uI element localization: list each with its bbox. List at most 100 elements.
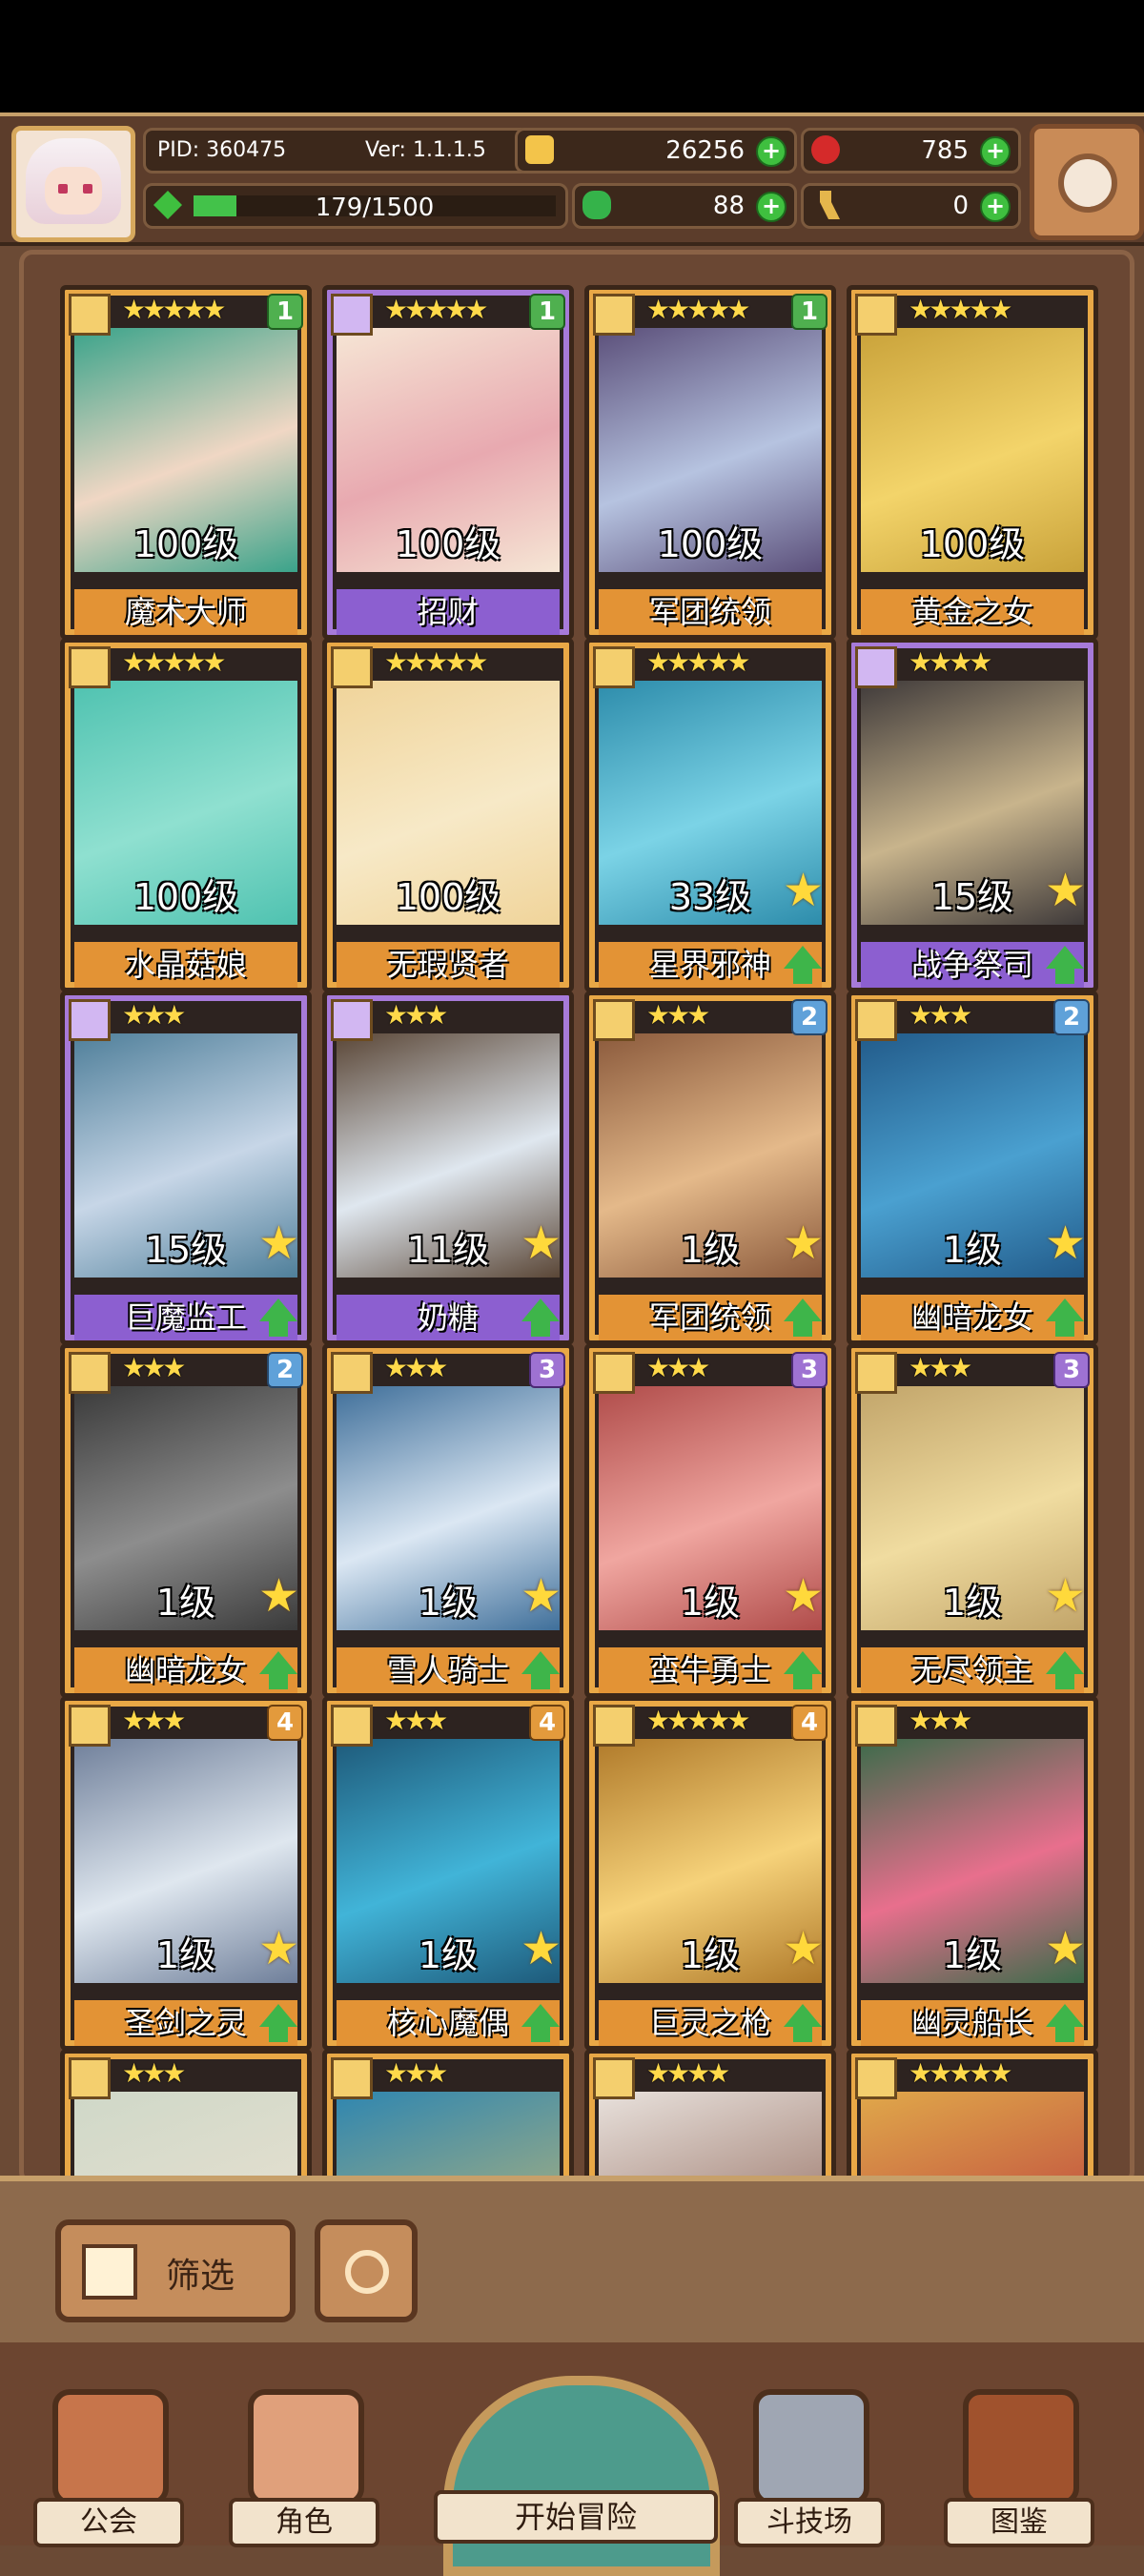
character-card[interactable]: ★★★: [322, 2049, 574, 2192]
character-card[interactable]: ★★★: [60, 2049, 312, 2192]
nav-codex-label: 图鉴: [944, 2498, 1094, 2547]
add-keys-button[interactable]: +: [980, 192, 1011, 222]
class-icon: [331, 294, 373, 336]
star-rating: ★★★: [384, 2057, 448, 2089]
character-card[interactable]: ★★★★★: [847, 2049, 1098, 2192]
character-name: 招财: [337, 589, 560, 635]
nav-guild-label: 公会: [33, 2498, 184, 2547]
clover-counter: 88 +: [572, 183, 797, 229]
star-rating: ★★★: [384, 1352, 448, 1383]
level-label: 100级: [395, 876, 501, 918]
class-icon: [69, 1352, 111, 1394]
star-rating: ★★★★★: [909, 294, 1012, 325]
nav-codex[interactable]: 图鉴: [944, 2380, 1094, 2547]
class-icon: [593, 646, 635, 688]
character-card[interactable]: ★★★ 4 1级 核心魔偶 ★: [322, 1696, 574, 2051]
character-card[interactable]: ★★★★★ 1 100级 军团统领: [584, 285, 836, 640]
star-rating: ★★★★★: [122, 294, 226, 325]
character-name: 魔术大师: [74, 589, 297, 635]
add-gems-button[interactable]: +: [980, 136, 1011, 167]
coin-icon: [525, 135, 554, 164]
star-up-icon: ★: [520, 1216, 562, 1270]
refresh-button[interactable]: [315, 2219, 418, 2322]
star-rating: ★★★★: [909, 646, 992, 678]
settings-gear-icon[interactable]: [1030, 124, 1144, 240]
rank-badge: 4: [791, 1705, 827, 1741]
class-icon: [593, 294, 635, 336]
class-icon: [855, 1352, 897, 1394]
star-rating: ★★★: [122, 2057, 186, 2089]
star-up-icon: ★: [1044, 1569, 1086, 1623]
start-adventure-label: 开始冒险: [434, 2490, 718, 2544]
character-card[interactable]: ★★★ 15级 巨魔监工 ★: [60, 991, 312, 1345]
character-card[interactable]: ★★★ 3 1级 蛮牛勇士 ★: [584, 1343, 836, 1698]
character-card[interactable]: ★★★ 2 1级 幽暗龙女 ★: [847, 991, 1098, 1345]
nav-character[interactable]: 角色: [229, 2380, 379, 2547]
character-card[interactable]: ★★★ 2 1级 幽暗龙女 ★: [60, 1343, 312, 1698]
nav-arena[interactable]: 斗技场: [734, 2380, 885, 2547]
level-label: 100级: [133, 876, 239, 918]
star-rating: ★★★★★: [646, 1705, 750, 1736]
gem-value: 785: [921, 136, 969, 165]
star-rating: ★★★★: [646, 2057, 730, 2089]
class-icon: [593, 999, 635, 1041]
character-card[interactable]: ★★★★★ 100级 水晶菇娘: [60, 638, 312, 992]
star-up-icon: ★: [257, 1922, 299, 1975]
character-card[interactable]: ★★★ 3 1级 雪人骑士 ★: [322, 1343, 574, 1698]
class-icon: [593, 1705, 635, 1747]
character-card[interactable]: ★★★★ 15级 战争祭司 ★: [847, 638, 1098, 992]
character-card[interactable]: ★★★ 3 1级 无尽领主 ★: [847, 1343, 1098, 1698]
key-value: 0: [952, 192, 969, 220]
gem-counter: 785 +: [801, 128, 1021, 174]
book-icon: [963, 2389, 1079, 2505]
rank-badge: 4: [529, 1705, 565, 1741]
coin-value: 26256: [665, 136, 745, 165]
add-coins-button[interactable]: +: [756, 136, 786, 167]
nav-guild[interactable]: 公会: [33, 2380, 184, 2547]
stamina-text: 179/1500: [315, 194, 435, 222]
character-card[interactable]: ★★★ 2 1级 军团统领 ★: [584, 991, 836, 1345]
character-card[interactable]: ★★★ 11级 奶糖 ★: [322, 991, 574, 1345]
stamina-bar: 179/1500: [194, 194, 556, 222]
world-map-magnifier-icon: [443, 2376, 720, 2576]
player-avatar[interactable]: [11, 126, 135, 242]
class-icon: [331, 1705, 373, 1747]
rank-badge: 1: [791, 294, 827, 330]
character-card[interactable]: ★★★ 4 1级 圣剑之灵 ★: [60, 1696, 312, 2051]
level-label: 100级: [919, 523, 1026, 565]
class-icon: [331, 999, 373, 1041]
character-card[interactable]: ★★★★★ 100级 无瑕贤者: [322, 638, 574, 992]
character-card[interactable]: ★★★★★ 33级 星界邪神 ★: [584, 638, 836, 992]
ruby-icon: [811, 135, 840, 164]
add-clover-button[interactable]: +: [756, 192, 786, 222]
class-icon: [593, 1352, 635, 1394]
character-face-icon: [248, 2389, 364, 2505]
rank-badge: 1: [529, 294, 565, 330]
key-counter: 0 +: [801, 183, 1021, 229]
star-rating: ★★★★★: [909, 2057, 1012, 2089]
star-rating: ★★★★★: [122, 646, 226, 678]
clover-value: 88: [712, 192, 745, 220]
class-icon: [69, 2057, 111, 2099]
character-card[interactable]: ★★★★: [584, 2049, 836, 2192]
character-card[interactable]: ★★★★★ 1 100级 魔术大师: [60, 285, 312, 640]
character-name: 无瑕贤者: [337, 942, 560, 988]
character-card[interactable]: ★★★ 1级 幽灵船长 ★: [847, 1696, 1098, 2051]
stamina-box: 179/1500: [143, 183, 568, 229]
star-up-icon: ★: [1044, 1922, 1086, 1975]
star-rating: ★★★: [122, 1705, 186, 1736]
version-label: Ver: 1.1.1.5: [365, 138, 486, 162]
pid-label: PID: 360475: [157, 138, 287, 162]
character-card[interactable]: ★★★★★ 1 100级 招财: [322, 285, 574, 640]
class-icon: [69, 646, 111, 688]
pid-version-box: PID: 360475 Ver: 1.1.1.5: [143, 128, 530, 174]
character-card[interactable]: ★★★★★ 4 1级 巨灵之枪 ★: [584, 1696, 836, 2051]
character-card[interactable]: ★★★★★ 100级黄金之女: [847, 285, 1098, 640]
filter-button[interactable]: 筛选: [55, 2219, 296, 2322]
star-rating: ★★★: [909, 999, 972, 1031]
clover-icon: [582, 191, 611, 219]
class-icon: [855, 646, 897, 688]
start-adventure-button[interactable]: 开始冒险: [434, 2376, 720, 2576]
character-name: 黄金之女: [861, 589, 1084, 635]
nav-character-label: 角色: [229, 2498, 379, 2547]
